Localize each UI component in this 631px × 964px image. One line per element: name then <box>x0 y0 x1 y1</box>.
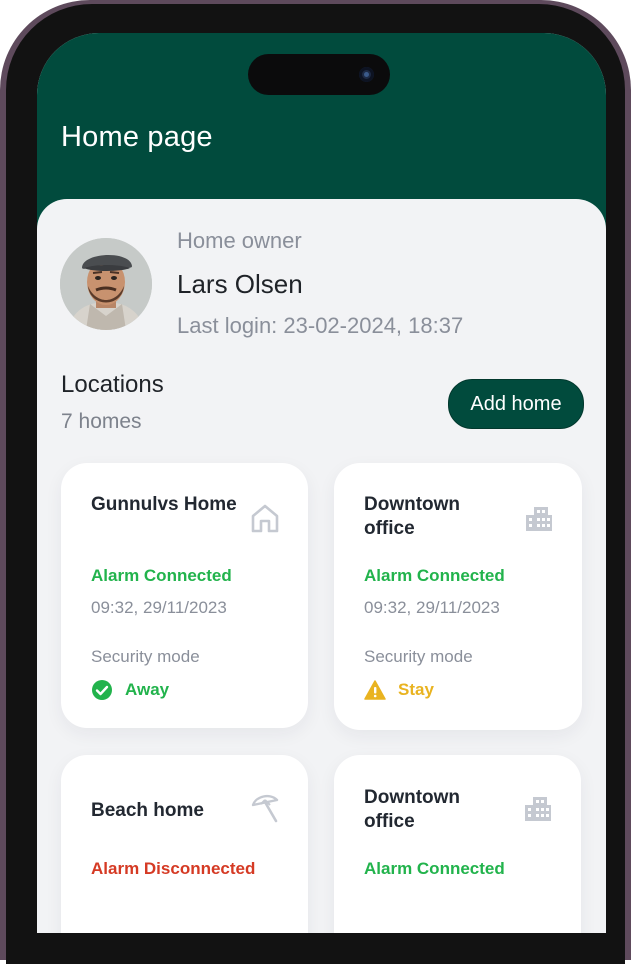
content-sheet: Home owner Lars Olsen Last login: 23-02-… <box>37 199 606 933</box>
location-card[interactable]: Downtown office Alarm Connected <box>334 755 581 933</box>
warning-triangle-icon <box>364 680 386 700</box>
locations-title: Locations <box>61 371 164 398</box>
building-icon <box>525 797 551 821</box>
house-icon <box>251 504 279 533</box>
check-circle-icon <box>92 680 112 700</box>
owner-role: Home owner <box>177 228 302 253</box>
status-timestamp: 09:32, 29/11/2023 <box>91 598 227 617</box>
owner-name: Lars Olsen <box>177 269 303 299</box>
location-name: Downtown office <box>364 787 461 832</box>
location-card[interactable]: Gunnulvs Home Alarm Connected 09:32, 29/… <box>61 463 308 728</box>
locations-count: 7 homes <box>61 410 142 433</box>
add-home-button[interactable]: Add home <box>448 379 584 429</box>
alarm-status: Alarm Connected <box>364 566 505 585</box>
security-mode: Stay <box>364 678 434 702</box>
phone-frame: Home page Home owner Lars Olsen Last log… <box>0 0 631 964</box>
security-mode-value: Away <box>125 680 170 699</box>
location-card[interactable]: Downtown office Alarm Connected 09:32, 2… <box>334 463 582 730</box>
camera-icon <box>359 67 374 82</box>
security-mode-label: Security mode <box>364 647 473 666</box>
avatar[interactable] <box>60 238 152 330</box>
security-mode: Away <box>91 678 169 702</box>
page-title: Home page <box>61 121 213 153</box>
last-login: Last login: 23-02-2024, 18:37 <box>177 313 464 338</box>
location-name: Beach home <box>91 800 204 821</box>
location-card[interactable]: Beach home Alarm Disconnected <box>61 755 308 933</box>
status-timestamp: 09:32, 29/11/2023 <box>364 598 500 617</box>
location-name: Downtown office <box>364 494 461 539</box>
location-name: Gunnulvs Home <box>91 494 237 515</box>
security-mode-value: Stay <box>398 680 434 699</box>
dynamic-island <box>248 54 390 95</box>
alarm-status: Alarm Connected <box>91 566 232 585</box>
security-mode-label: Security mode <box>91 647 200 666</box>
beach-umbrella-icon <box>251 794 279 823</box>
alarm-status: Alarm Connected <box>364 859 505 878</box>
screen: Home page Home owner Lars Olsen Last log… <box>37 33 606 933</box>
phone-bezel: Home page Home owner Lars Olsen Last log… <box>6 4 625 964</box>
building-icon <box>526 507 552 531</box>
alarm-status: Alarm Disconnected <box>91 859 256 878</box>
